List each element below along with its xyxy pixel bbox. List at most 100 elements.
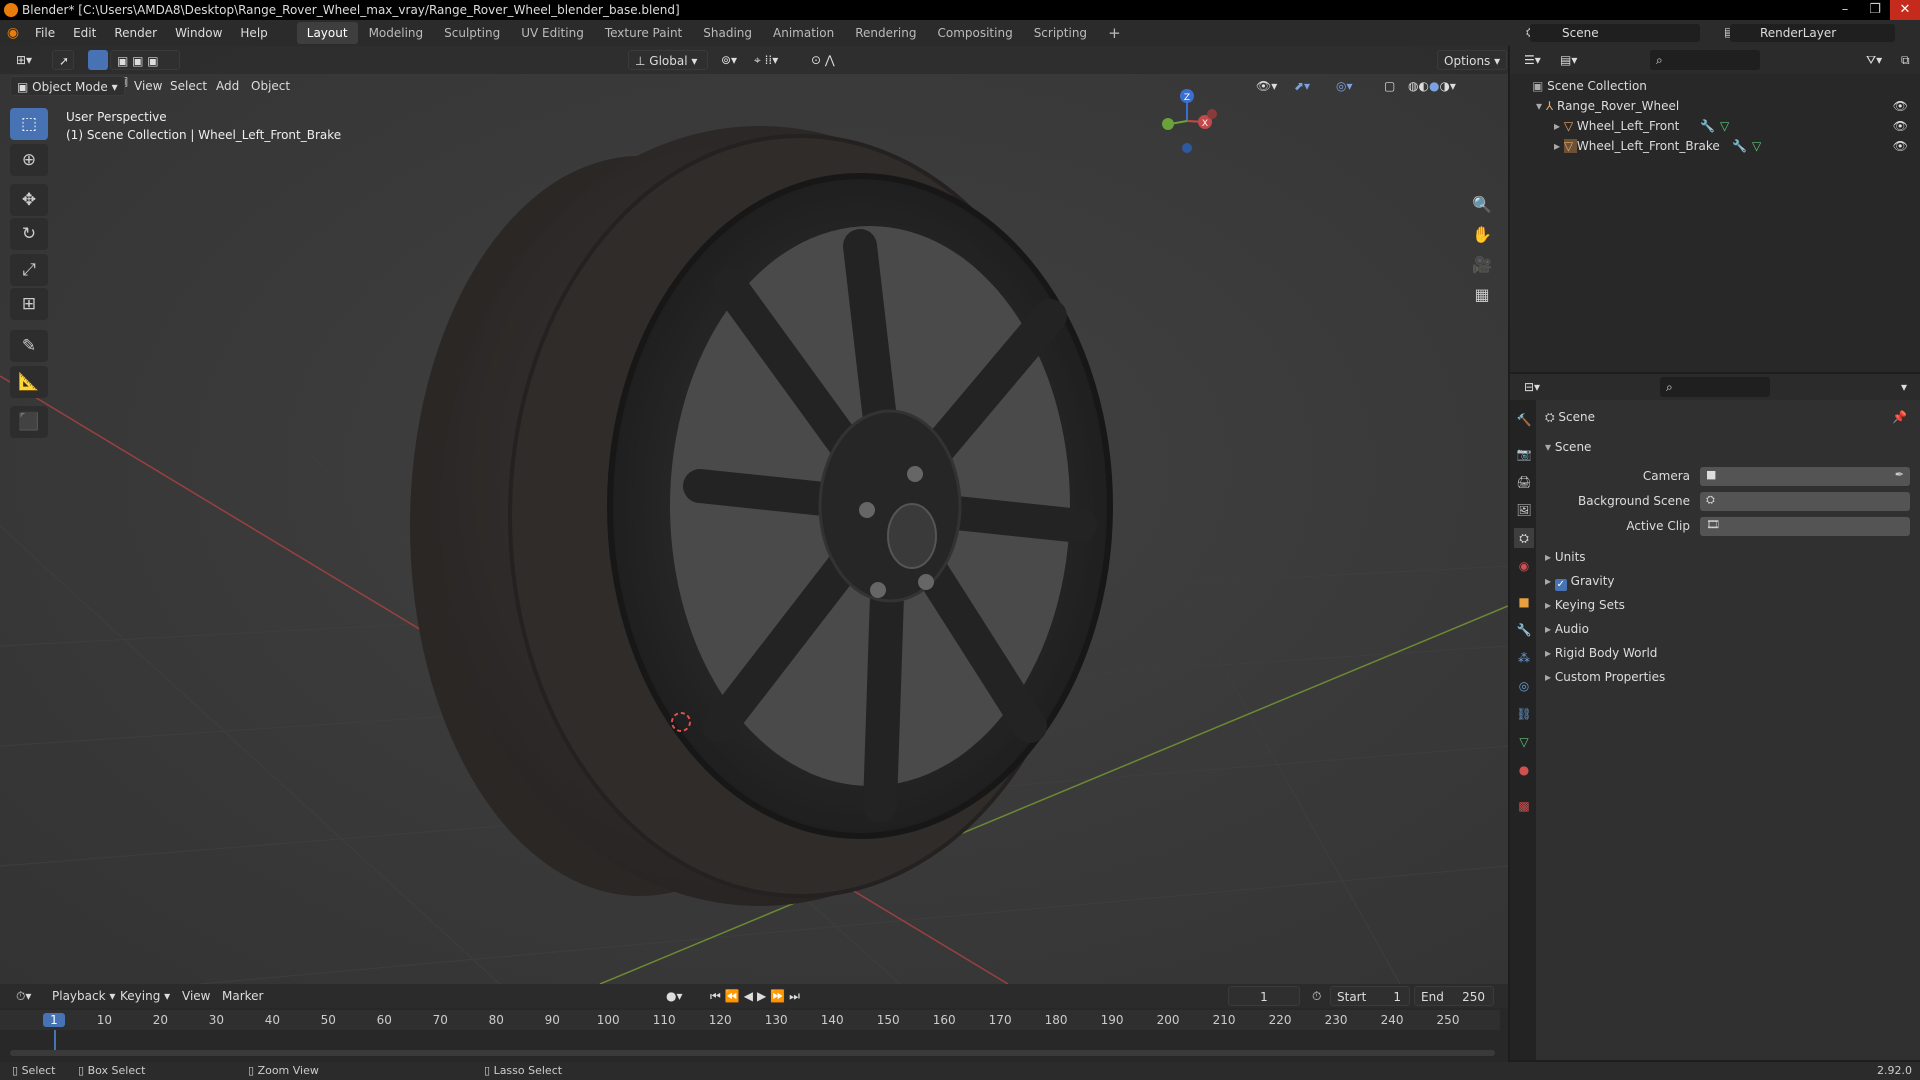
- gizmo-toggle-icon[interactable]: ⬈▾: [1288, 76, 1316, 96]
- visibility-eye-icon[interactable]: 👁: [1893, 116, 1908, 136]
- physics-tab-icon[interactable]: ◎: [1514, 676, 1534, 696]
- outliner-row-range-rover-wheel[interactable]: ▾ ⅄ Range_Rover_Wheel 👁: [1510, 96, 1920, 116]
- tool-settings-icon[interactable]: ➚: [52, 50, 74, 70]
- menu-help[interactable]: Help: [231, 20, 276, 46]
- scene-tab-icon[interactable]: ⛭: [1514, 528, 1534, 548]
- measure-tool[interactable]: 📐: [10, 366, 48, 398]
- menu-playback[interactable]: Playback ▾: [46, 986, 121, 1006]
- menu-render[interactable]: Render: [105, 20, 166, 46]
- output-tab-icon[interactable]: 🖨: [1514, 472, 1534, 492]
- active-clip-field[interactable]: 🎞: [1700, 517, 1910, 536]
- visibility-eye-icon[interactable]: 👁: [1893, 136, 1908, 156]
- menu-marker[interactable]: Marker: [216, 986, 269, 1006]
- pan-hand-icon[interactable]: ✋: [1467, 222, 1497, 248]
- snap-icon[interactable]: ⌖ ⁞⁞▾: [748, 50, 784, 70]
- end-frame-field[interactable]: End 250: [1414, 986, 1494, 1006]
- xray-icon[interactable]: ▢: [1378, 76, 1401, 96]
- tab-scripting[interactable]: Scripting: [1024, 22, 1097, 44]
- tab-uv-editing[interactable]: UV Editing: [511, 22, 594, 44]
- move-tool[interactable]: ✥: [10, 184, 48, 216]
- menu-timeline-view[interactable]: View: [176, 986, 216, 1006]
- rotate-tool[interactable]: ↻: [10, 218, 48, 250]
- tool-tab-icon[interactable]: 🔨: [1514, 410, 1534, 430]
- camera-field[interactable]: ■ ✒: [1700, 467, 1910, 486]
- transform-tool[interactable]: ⊞: [10, 288, 48, 320]
- zoom-icon[interactable]: 🔍: [1467, 192, 1497, 218]
- world-tab-icon[interactable]: ◉: [1514, 556, 1534, 576]
- eyedropper-icon[interactable]: ✒: [1895, 468, 1904, 481]
- tab-compositing[interactable]: Compositing: [927, 22, 1022, 44]
- view-layer-selector[interactable]: RenderLayer: [1730, 24, 1895, 42]
- shading-modes-icon[interactable]: ◍◐●◑▾: [1402, 76, 1462, 96]
- menu-object[interactable]: Object: [245, 76, 296, 96]
- proportional-edit-icon[interactable]: ⊙ ⋀: [805, 50, 841, 70]
- overlay-toggle-icon[interactable]: ◎▾: [1330, 76, 1359, 96]
- scene-panel-header[interactable]: ▾ Scene: [1545, 436, 1915, 458]
- object-tab-icon[interactable]: ■: [1514, 592, 1534, 612]
- properties-options-icon[interactable]: ▾: [1895, 377, 1913, 397]
- background-scene-field[interactable]: ⛭: [1700, 492, 1910, 511]
- display-mode-icon[interactable]: ▤▾: [1554, 50, 1583, 70]
- mesh-data-icon[interactable]: ▽: [1720, 116, 1729, 136]
- expand-arrow-icon[interactable]: ▸: [1554, 119, 1564, 133]
- particles-tab-icon[interactable]: ⁂: [1514, 648, 1534, 668]
- new-collection-icon[interactable]: ⧉: [1895, 50, 1916, 70]
- blender-menu-icon[interactable]: ◉: [0, 25, 26, 41]
- custom-properties-panel[interactable]: ▸ Custom Properties: [1545, 666, 1915, 688]
- properties-editor-icon[interactable]: ⊟▾: [1518, 377, 1546, 397]
- add-cube-tool[interactable]: ⬛: [10, 406, 48, 438]
- menu-keying[interactable]: Keying ▾: [114, 986, 176, 1006]
- tab-rendering[interactable]: Rendering: [845, 22, 926, 44]
- pin-icon[interactable]: 📌: [1892, 406, 1907, 428]
- expand-arrow-icon[interactable]: ▾: [1536, 99, 1546, 113]
- start-frame-field[interactable]: Start 1: [1330, 986, 1410, 1006]
- outliner-search-input[interactable]: ⌕: [1650, 50, 1760, 70]
- pivot-point-icon[interactable]: ⊚▾: [715, 50, 743, 70]
- tab-shading[interactable]: Shading: [693, 22, 762, 44]
- modifier-wrench-icon[interactable]: 🔧: [1732, 136, 1747, 156]
- tab-sculpting[interactable]: Sculpting: [434, 22, 510, 44]
- outliner-editor-icon[interactable]: ☰▾: [1518, 50, 1547, 70]
- units-panel[interactable]: ▸ Units: [1545, 546, 1915, 568]
- gravity-panel[interactable]: ▸ ✓ Gravity: [1545, 570, 1915, 592]
- expand-arrow-icon[interactable]: ▸: [1554, 139, 1564, 153]
- outliner-row-wheel-left-front[interactable]: ▸ ▽ Wheel_Left_Front 🔧 ▽ 👁: [1510, 116, 1920, 136]
- properties-search-input[interactable]: ⌕: [1660, 377, 1770, 397]
- object-mode-dropdown[interactable]: ▣ Object Mode ▾: [10, 76, 125, 96]
- keying-sets-panel[interactable]: ▸ Keying Sets: [1545, 594, 1915, 616]
- render-tab-icon[interactable]: 📷: [1514, 444, 1534, 464]
- data-tab-icon[interactable]: ▽: [1514, 732, 1534, 752]
- gravity-checkbox[interactable]: ✓: [1554, 579, 1567, 591]
- add-workspace-button[interactable]: +: [1098, 22, 1131, 44]
- select-mode-buttons[interactable]: ▣ ▣ ▣ ▣: [110, 50, 180, 88]
- select-mode-new-icon[interactable]: [88, 50, 108, 70]
- material-tab-icon[interactable]: ●: [1514, 760, 1534, 780]
- timeline-scrollbar[interactable]: [10, 1050, 1495, 1056]
- tab-animation[interactable]: Animation: [763, 22, 844, 44]
- menu-window[interactable]: Window: [166, 20, 231, 46]
- tab-layout[interactable]: Layout: [296, 22, 358, 44]
- rigid-body-world-panel[interactable]: ▸ Rigid Body World: [1545, 642, 1915, 664]
- mesh-data-icon[interactable]: ▽: [1752, 136, 1761, 156]
- annotate-tool[interactable]: ✎: [10, 330, 48, 362]
- camera-view-icon[interactable]: 🎥: [1467, 252, 1497, 278]
- 3d-viewport[interactable]: Z X User Perspective (1) Scene Collectio…: [0, 46, 1508, 984]
- record-icon[interactable]: ●▾: [660, 986, 689, 1006]
- menu-add[interactable]: Add: [210, 76, 245, 96]
- view-layer-tab-icon[interactable]: 🖼: [1514, 500, 1534, 520]
- filter-icon[interactable]: ⛛▾: [1860, 50, 1888, 70]
- select-box-tool[interactable]: ⬚: [10, 108, 48, 140]
- menu-edit[interactable]: Edit: [64, 20, 105, 46]
- scene-selector[interactable]: Scene: [1530, 24, 1700, 42]
- menu-select[interactable]: Select: [164, 76, 213, 96]
- preview-range-icon[interactable]: ⏱: [1306, 986, 1327, 1006]
- menu-view[interactable]: View: [128, 76, 168, 96]
- tab-modeling[interactable]: Modeling: [359, 22, 434, 44]
- constraints-tab-icon[interactable]: ⛓: [1514, 704, 1534, 724]
- minimize-button[interactable]: –: [1830, 0, 1860, 20]
- modifier-wrench-icon[interactable]: 🔧: [1700, 116, 1715, 136]
- visibility-icon[interactable]: 👁▾: [1250, 76, 1283, 96]
- editor-type-icon[interactable]: ⊞▾: [10, 50, 38, 70]
- visibility-eye-icon[interactable]: 👁: [1893, 96, 1908, 116]
- texture-tab-icon[interactable]: ▩: [1514, 796, 1534, 816]
